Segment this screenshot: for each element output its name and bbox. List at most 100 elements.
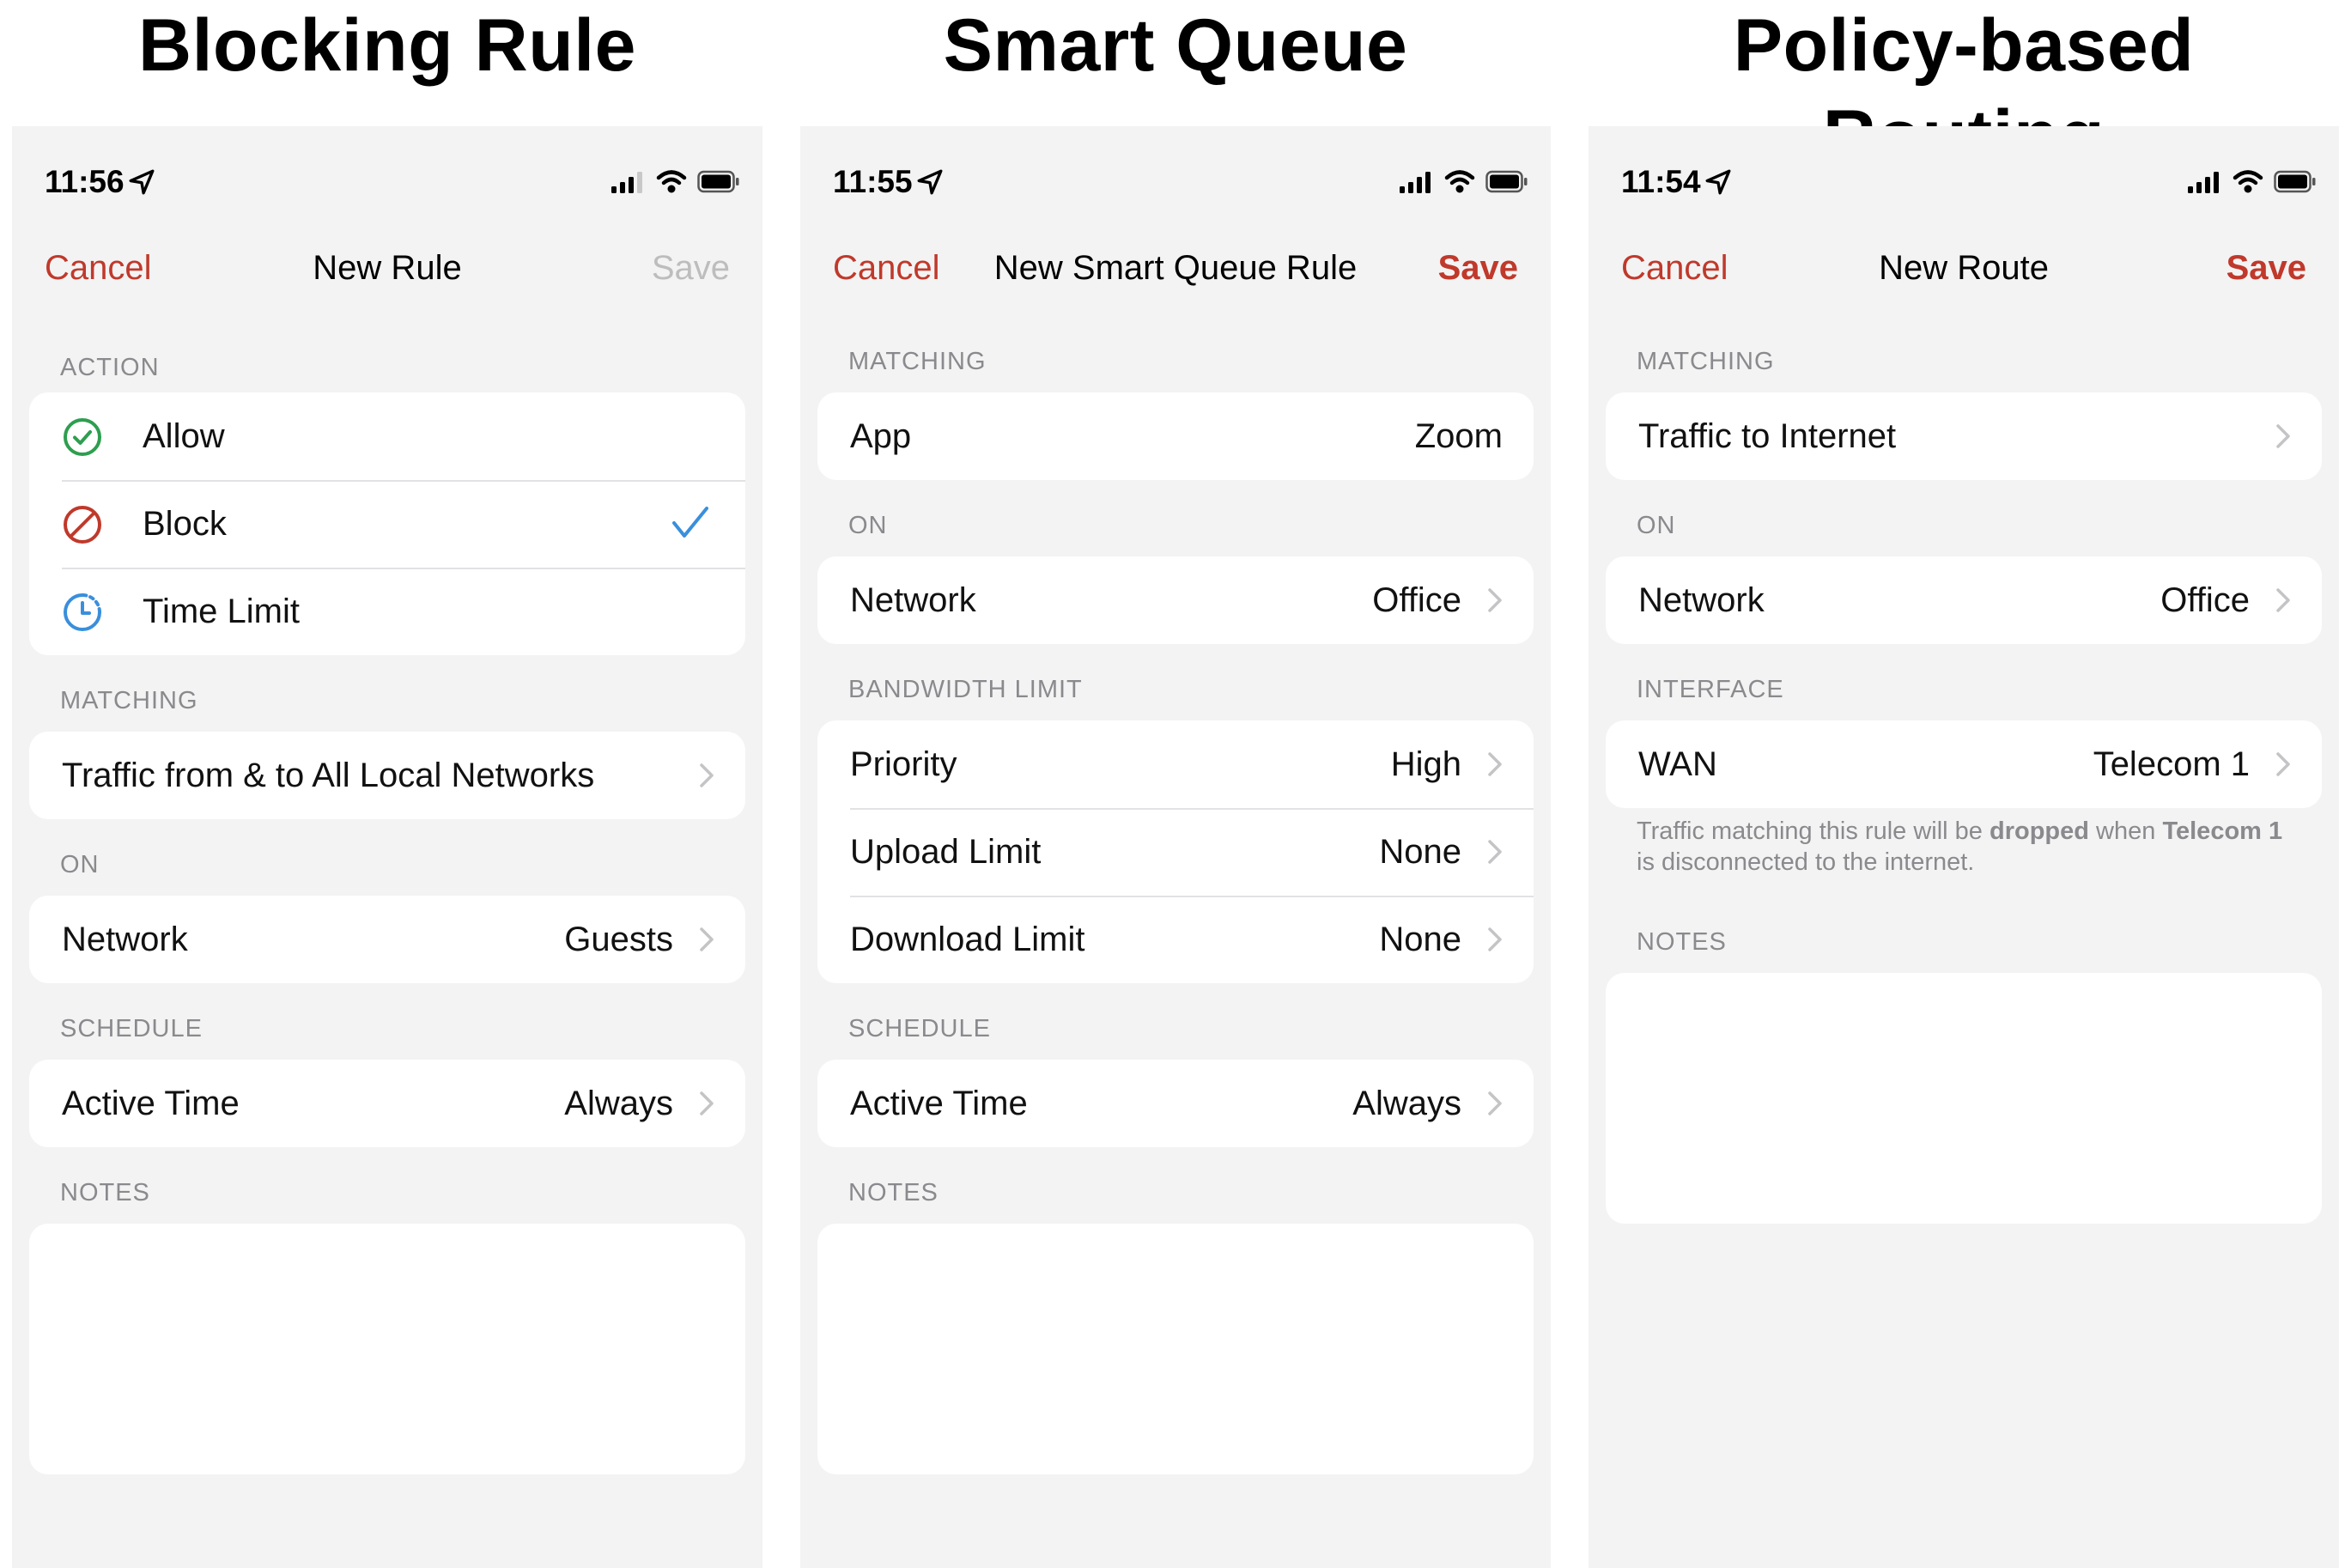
footnote-emphasis: Telecom 1 <box>2162 817 2283 845</box>
section-label-action: ACTION <box>60 354 160 381</box>
notes-field[interactable] <box>29 1224 745 1474</box>
navigation-bar: New Route Cancel Save <box>1589 238 2339 298</box>
checkmark-icon <box>672 507 708 538</box>
section-label-on: ON <box>1637 512 1676 539</box>
phone-screen-smart-queue: 11:55 New Smart Queue Rule Cancel Save M… <box>800 126 1551 1568</box>
network-value: Guests <box>564 921 673 958</box>
section-label-on: ON <box>60 851 100 878</box>
section-label-schedule: SCHEDULE <box>848 1015 991 1042</box>
status-time: 11:54 <box>1621 164 1701 199</box>
on-group: Network Office <box>1606 556 2322 644</box>
active-time-label: Active Time <box>62 1085 240 1122</box>
active-time-label: Active Time <box>850 1085 1028 1122</box>
matching-value: Traffic from & to All Local Networks <box>62 757 595 794</box>
chevron-right-icon <box>1488 840 1502 864</box>
action-option-allow[interactable]: Allow <box>29 392 745 480</box>
section-label-notes: NOTES <box>1637 928 1727 956</box>
section-label-notes: NOTES <box>848 1179 939 1206</box>
app-row[interactable]: App Zoom <box>817 392 1534 480</box>
wan-value: Telecom 1 <box>2093 745 2250 783</box>
cellular-signal-icon <box>1400 172 1431 193</box>
action-option-time-limit[interactable]: Time Limit <box>29 568 745 655</box>
battery-icon <box>2274 170 2316 193</box>
schedule-group: Active Time Always <box>29 1060 745 1147</box>
section-label-schedule: SCHEDULE <box>60 1015 203 1042</box>
network-row[interactable]: Network Office <box>817 556 1534 644</box>
notes-field[interactable] <box>1606 973 2322 1224</box>
wifi-icon <box>1444 170 1475 193</box>
action-option-label: Allow <box>143 417 225 455</box>
chevron-right-icon <box>700 763 714 787</box>
battery-icon <box>697 170 739 193</box>
heading-policy-routing: Policy-based Routing <box>1733 4 2195 178</box>
chevron-right-icon <box>1488 1091 1502 1115</box>
section-label-bandwidth: BANDWIDTH LIMIT <box>848 676 1083 703</box>
interface-group: WAN Telecom 1 <box>1606 720 2322 808</box>
chevron-right-icon <box>2276 752 2290 776</box>
save-button[interactable]: Save <box>2226 238 2306 298</box>
phone-screen-policy-routing: 11:54 New Route Cancel Save MATCHING Tra… <box>1589 126 2339 1568</box>
active-time-value: Always <box>564 1085 673 1122</box>
priority-row[interactable]: Priority High <box>817 720 1534 808</box>
matching-row[interactable]: Traffic to Internet <box>1606 392 2322 480</box>
chevron-right-icon <box>1488 588 1502 612</box>
download-limit-label: Download Limit <box>850 921 1085 958</box>
heading-blocking-rule: Blocking Rule <box>138 4 636 87</box>
navigation-bar: New Rule Cancel Save <box>12 238 762 298</box>
chevron-right-icon <box>700 1091 714 1115</box>
heading-smart-queue: Smart Queue <box>943 4 1408 87</box>
action-option-label: Time Limit <box>143 593 300 630</box>
network-row[interactable]: Network Guests <box>29 896 745 983</box>
section-label-interface: INTERFACE <box>1637 676 1784 703</box>
save-button[interactable]: Save <box>1438 238 1518 298</box>
network-label: Network <box>1638 581 1765 619</box>
schedule-group: Active Time Always <box>817 1060 1534 1147</box>
clock-icon <box>64 593 101 631</box>
active-time-row[interactable]: Active Time Always <box>817 1060 1534 1147</box>
matching-group: App Zoom <box>817 392 1534 480</box>
footnote-text: Traffic matching this rule will be <box>1637 817 1990 845</box>
network-row[interactable]: Network Office <box>1606 556 2322 644</box>
action-option-label: Block <box>143 505 227 543</box>
wan-label: WAN <box>1638 745 1717 783</box>
wan-row[interactable]: WAN Telecom 1 <box>1606 720 2322 808</box>
status-bar: 11:55 <box>833 161 1528 204</box>
action-option-block[interactable]: Block <box>29 480 745 568</box>
section-label-matching: MATCHING <box>60 687 198 714</box>
cellular-signal-icon <box>611 172 642 193</box>
priority-value: High <box>1390 745 1461 783</box>
wifi-icon <box>2233 170 2263 193</box>
navigation-bar: New Smart Queue Rule Cancel Save <box>800 238 1551 298</box>
chevron-right-icon <box>1488 752 1502 776</box>
notes-field[interactable] <box>817 1224 1534 1474</box>
upload-limit-row[interactable]: Upload Limit None <box>817 808 1534 896</box>
save-button[interactable]: Save <box>652 238 730 298</box>
section-label-notes: NOTES <box>60 1179 150 1206</box>
footnote-text: is disconnected to the internet. <box>1637 848 1975 876</box>
matching-row[interactable]: Traffic from & to All Local Networks <box>29 732 745 819</box>
active-time-value: Always <box>1352 1085 1461 1122</box>
on-group: Network Office <box>817 556 1534 644</box>
status-time: 11:55 <box>833 164 913 199</box>
download-limit-row[interactable]: Download Limit None <box>817 896 1534 983</box>
location-arrow-icon <box>1705 169 1731 195</box>
chevron-right-icon <box>2276 424 2290 448</box>
cancel-button[interactable]: Cancel <box>45 238 152 298</box>
prohibited-icon <box>64 506 101 544</box>
section-label-matching: MATCHING <box>1637 348 1775 375</box>
phone-screen-blocking-rule: 11:56 New Rule Cancel Save ACTION Allow … <box>12 126 762 1568</box>
active-time-row[interactable]: Active Time Always <box>29 1060 745 1147</box>
matching-group: Traffic to Internet <box>1606 392 2322 480</box>
download-limit-value: None <box>1379 921 1461 958</box>
chevron-right-icon <box>2276 588 2290 612</box>
cancel-button[interactable]: Cancel <box>833 238 940 298</box>
battery-icon <box>1485 170 1528 193</box>
network-label: Network <box>850 581 976 619</box>
cancel-button[interactable]: Cancel <box>1621 238 1728 298</box>
matching-value: Traffic to Internet <box>1638 417 1897 455</box>
on-group: Network Guests <box>29 896 745 983</box>
chevron-right-icon <box>1488 927 1502 951</box>
app-label: App <box>850 417 912 455</box>
interface-footnote: Traffic matching this rule will be dropp… <box>1637 816 2291 878</box>
location-arrow-icon <box>129 169 155 195</box>
